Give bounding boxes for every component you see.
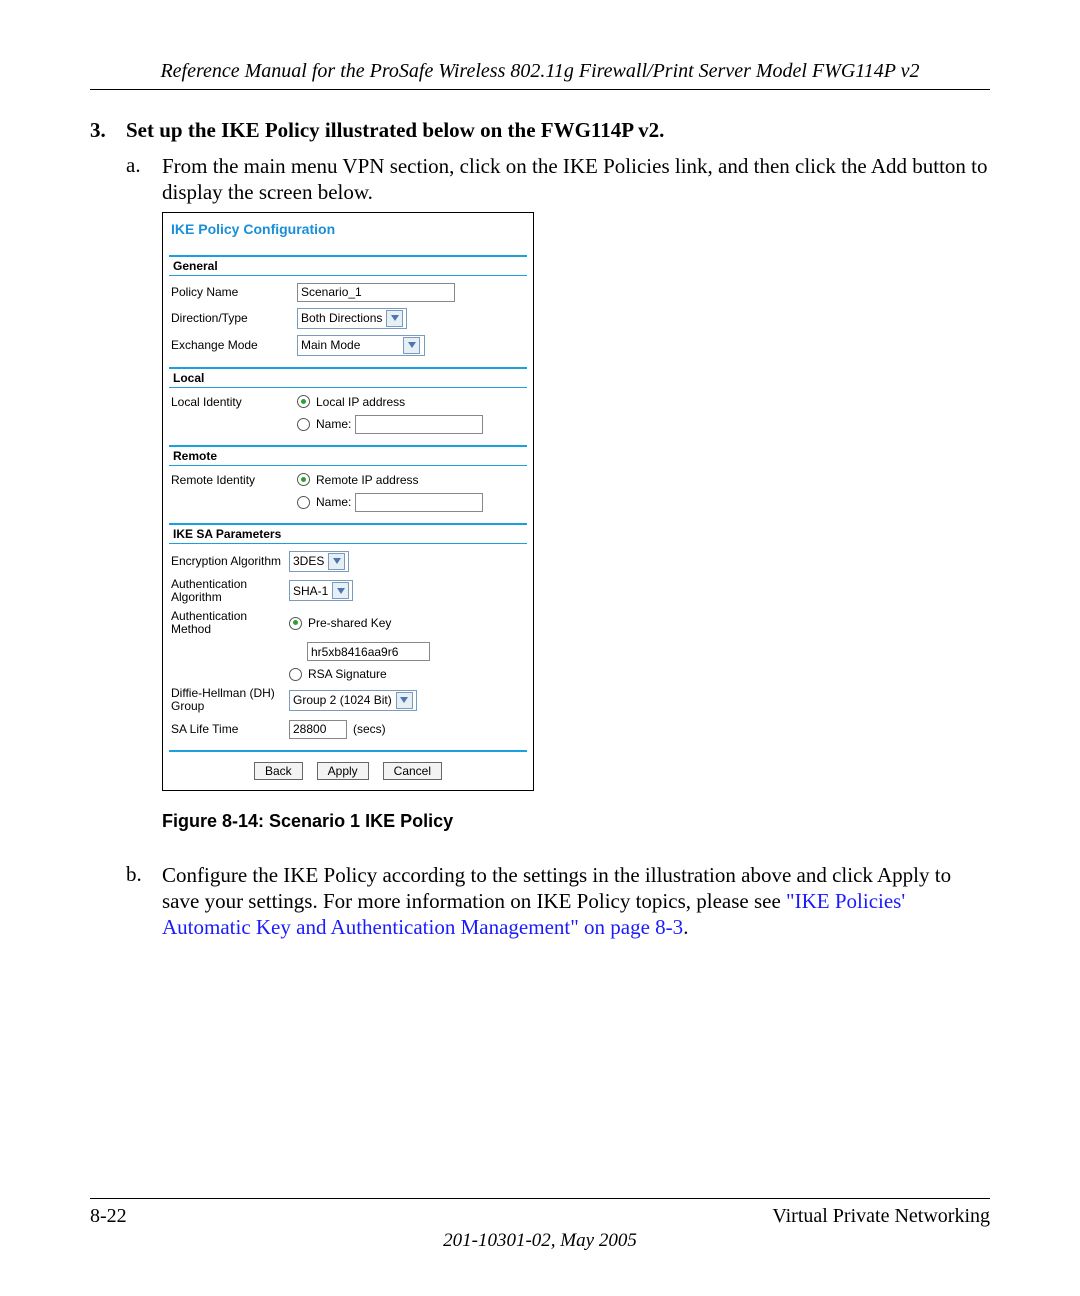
page-header-title: Reference Manual for the ProSafe Wireles… xyxy=(90,60,990,83)
apply-button[interactable]: Apply xyxy=(317,762,369,780)
section-local: Local xyxy=(169,367,527,388)
section-title: Virtual Private Networking xyxy=(772,1205,990,1228)
step-number: 3. xyxy=(90,118,112,143)
policy-name-input[interactable] xyxy=(297,283,455,302)
footer-divider xyxy=(90,1198,990,1199)
doc-id: 201-10301-02, May 2005 xyxy=(90,1230,990,1252)
exchange-mode-value: Main Mode xyxy=(301,338,399,352)
psk-radio[interactable] xyxy=(289,617,302,630)
exchange-mode-select[interactable]: Main Mode xyxy=(297,335,425,356)
direction-type-value: Both Directions xyxy=(301,311,382,325)
rsa-label: RSA Signature xyxy=(308,667,387,681)
section-general: General xyxy=(169,255,527,276)
substep-b-post: . xyxy=(683,915,688,939)
chevron-down-icon xyxy=(328,553,345,570)
encryption-algo-label: Encryption Algorithm xyxy=(169,554,289,568)
remote-ip-radio[interactable] xyxy=(297,473,310,486)
divider xyxy=(90,89,990,90)
step-heading: Set up the IKE Policy illustrated below … xyxy=(126,118,664,143)
sa-life-label: SA Life Time xyxy=(169,722,289,736)
cancel-button[interactable]: Cancel xyxy=(383,762,442,780)
substep-a-letter: a. xyxy=(126,153,148,206)
figure-caption: Figure 8-14: Scenario 1 IKE Policy xyxy=(162,811,990,832)
remote-ip-option: Remote IP address xyxy=(316,473,419,487)
chevron-down-icon xyxy=(403,337,420,354)
remote-identity-label: Remote Identity xyxy=(169,473,297,487)
exchange-mode-label: Exchange Mode xyxy=(169,338,297,352)
section-ike-sa: IKE SA Parameters xyxy=(169,523,527,544)
section-remote: Remote xyxy=(169,445,527,466)
psk-input[interactable] xyxy=(307,642,430,661)
local-name-input[interactable] xyxy=(355,415,483,434)
page-number: 8-22 xyxy=(90,1205,127,1228)
encryption-algo-select[interactable]: 3DES xyxy=(289,551,349,572)
chevron-down-icon xyxy=(332,582,349,599)
local-identity-label: Local Identity xyxy=(169,395,297,409)
direction-type-label: Direction/Type xyxy=(169,311,297,325)
back-button[interactable]: Back xyxy=(254,762,303,780)
policy-name-label: Policy Name xyxy=(169,285,297,299)
substep-a-text: From the main menu VPN section, click on… xyxy=(162,153,990,206)
rsa-radio[interactable] xyxy=(289,668,302,681)
remote-name-radio[interactable] xyxy=(297,496,310,509)
local-name-radio[interactable] xyxy=(297,418,310,431)
auth-algo-select[interactable]: SHA-1 xyxy=(289,580,353,601)
auth-algo-label: Authentication Algorithm xyxy=(169,578,289,604)
local-ip-option: Local IP address xyxy=(316,395,405,409)
local-ip-radio[interactable] xyxy=(297,395,310,408)
dh-group-select[interactable]: Group 2 (1024 Bit) xyxy=(289,690,417,711)
panel-title: IKE Policy Configuration xyxy=(163,213,533,255)
chevron-down-icon xyxy=(396,692,413,709)
sa-life-units: (secs) xyxy=(353,722,386,736)
dh-group-value: Group 2 (1024 Bit) xyxy=(293,693,392,707)
sa-life-input[interactable] xyxy=(289,720,347,739)
remote-name-input[interactable] xyxy=(355,493,483,512)
encryption-algo-value: 3DES xyxy=(293,554,324,568)
dh-group-label: Diffie-Hellman (DH) Group xyxy=(169,687,289,713)
psk-label: Pre-shared Key xyxy=(308,616,391,630)
substep-b-text: Configure the IKE Policy according to th… xyxy=(162,862,990,941)
auth-method-label: Authentication Method xyxy=(169,610,289,636)
substep-b-letter: b. xyxy=(126,862,148,941)
remote-name-label: Name: xyxy=(316,495,351,509)
auth-algo-value: SHA-1 xyxy=(293,584,328,598)
chevron-down-icon xyxy=(386,310,403,327)
direction-type-select[interactable]: Both Directions xyxy=(297,308,407,329)
local-name-label: Name: xyxy=(316,417,351,431)
ike-config-screenshot: IKE Policy Configuration General Policy … xyxy=(162,212,534,791)
